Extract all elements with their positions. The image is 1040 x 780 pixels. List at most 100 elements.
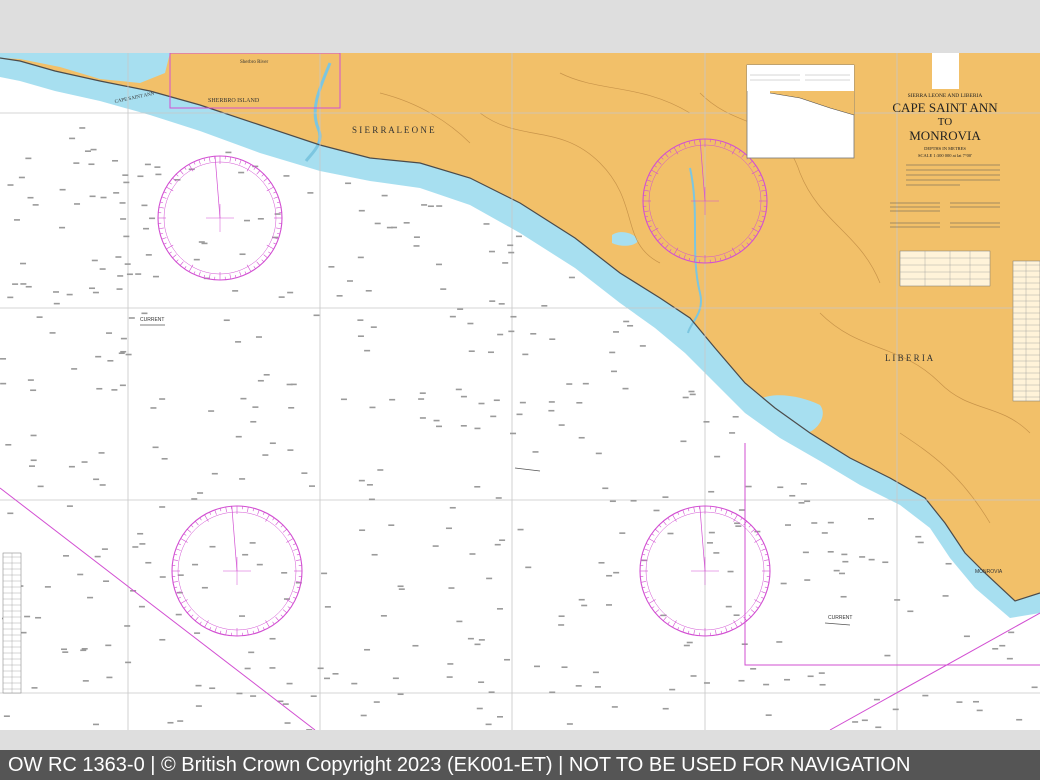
sounding-mark	[610, 370, 617, 373]
sounding-mark	[713, 552, 720, 554]
sounding-mark	[116, 288, 123, 290]
sounding-mark	[861, 719, 868, 722]
sounding-mark	[1008, 631, 1015, 634]
sounding-mark	[873, 698, 880, 701]
sounding-mark	[777, 486, 784, 489]
sounding-mark	[474, 427, 481, 430]
sounding-mark	[124, 625, 131, 627]
sounding-mark	[282, 703, 289, 705]
sounding-mark	[138, 605, 145, 608]
sounding-mark	[243, 219, 250, 222]
sounding-mark	[24, 615, 31, 618]
sounding-mark	[487, 351, 494, 354]
sounding-mark	[235, 435, 242, 438]
sounding-mark	[137, 532, 144, 535]
sounding-mark	[256, 563, 263, 566]
sounding-mark	[785, 524, 792, 526]
sounding-mark	[445, 527, 452, 530]
sounding-mark	[53, 291, 60, 293]
sounding-mark	[373, 701, 380, 703]
sounding-mark	[149, 217, 156, 220]
sounding-mark	[455, 388, 462, 391]
sounding-mark	[510, 315, 517, 318]
sounding-mark	[541, 305, 548, 307]
chart-region: SIERRA LEONE AND LIBERIA	[908, 93, 983, 99]
sounding-mark	[859, 556, 866, 558]
sounding-mark	[1031, 686, 1038, 689]
sounding-mark	[30, 459, 37, 462]
sounding-mark	[288, 406, 295, 409]
sounding-mark	[20, 262, 27, 265]
sounding-mark	[558, 615, 565, 618]
sounding-mark	[125, 661, 132, 664]
sounding-mark	[377, 469, 384, 471]
sounding-mark	[283, 175, 290, 177]
sounding-mark	[328, 266, 335, 268]
sounding-mark	[177, 574, 184, 576]
sounding-mark	[167, 721, 174, 724]
sounding-mark	[867, 517, 874, 520]
sounding-mark	[510, 432, 517, 435]
sounding-mark	[592, 671, 599, 674]
sounding-mark	[558, 424, 565, 426]
sounding-mark	[120, 218, 127, 220]
sounding-mark	[460, 425, 467, 427]
sounding-mark	[727, 570, 734, 573]
sounding-mark	[287, 291, 294, 294]
sounding-mark	[59, 188, 66, 191]
sounding-mark	[818, 672, 825, 674]
sounding-mark	[517, 528, 524, 531]
sounding-mark	[992, 647, 999, 650]
sounding-mark	[457, 308, 464, 310]
sounding-mark	[494, 543, 501, 546]
sounding-mark	[819, 683, 826, 686]
sounding-mark	[195, 705, 202, 707]
sounding-mark	[533, 665, 540, 668]
sounding-mark	[840, 595, 847, 598]
sounding-mark	[469, 553, 476, 555]
sounding-mark	[497, 333, 504, 336]
sounding-mark	[53, 302, 60, 305]
sounding-mark	[287, 449, 294, 451]
sounding-mark	[915, 535, 922, 538]
sounding-mark	[95, 355, 102, 358]
sounding-mark	[105, 644, 112, 647]
sounding-mark	[69, 137, 76, 140]
sounding-mark	[81, 461, 88, 463]
nautical-chart[interactable]: S I E R R A L E O N E L I B E R I A SHER…	[0, 53, 1040, 730]
sounding-mark	[619, 532, 626, 534]
sounding-mark	[93, 478, 100, 481]
sounding-mark	[239, 253, 246, 256]
sounding-mark	[141, 204, 148, 207]
sounding-mark	[62, 651, 69, 653]
sounding-mark	[493, 399, 500, 402]
sounding-mark	[412, 644, 419, 647]
sounding-mark	[686, 641, 693, 644]
sounding-mark	[397, 693, 404, 696]
sounding-mark	[44, 586, 51, 588]
sounding-mark	[113, 192, 120, 194]
sounding-mark	[582, 382, 589, 385]
sounding-mark	[436, 205, 443, 207]
sounding-mark	[449, 315, 456, 318]
sounding-mark	[37, 485, 44, 488]
sounding-mark	[119, 384, 126, 387]
sounding-mark	[12, 283, 19, 285]
sounding-mark	[137, 175, 144, 178]
sounding-mark	[106, 332, 113, 334]
sounding-mark	[630, 499, 637, 502]
sounding-mark	[419, 417, 426, 419]
sounding-mark	[139, 543, 146, 545]
sounding-mark	[623, 320, 630, 323]
sounding-mark	[478, 639, 485, 641]
sounding-mark	[842, 560, 849, 563]
sounding-mark	[244, 667, 251, 670]
sounding-mark	[549, 691, 556, 694]
label-sherbro-river: Sherbro River	[240, 60, 269, 65]
sounding-mark	[495, 497, 502, 499]
sounding-mark	[498, 303, 505, 305]
sounding-mark	[7, 184, 14, 186]
label-current-2: CURRENT	[828, 615, 852, 621]
sounding-mark	[194, 632, 201, 634]
sounding-mark	[111, 389, 118, 391]
